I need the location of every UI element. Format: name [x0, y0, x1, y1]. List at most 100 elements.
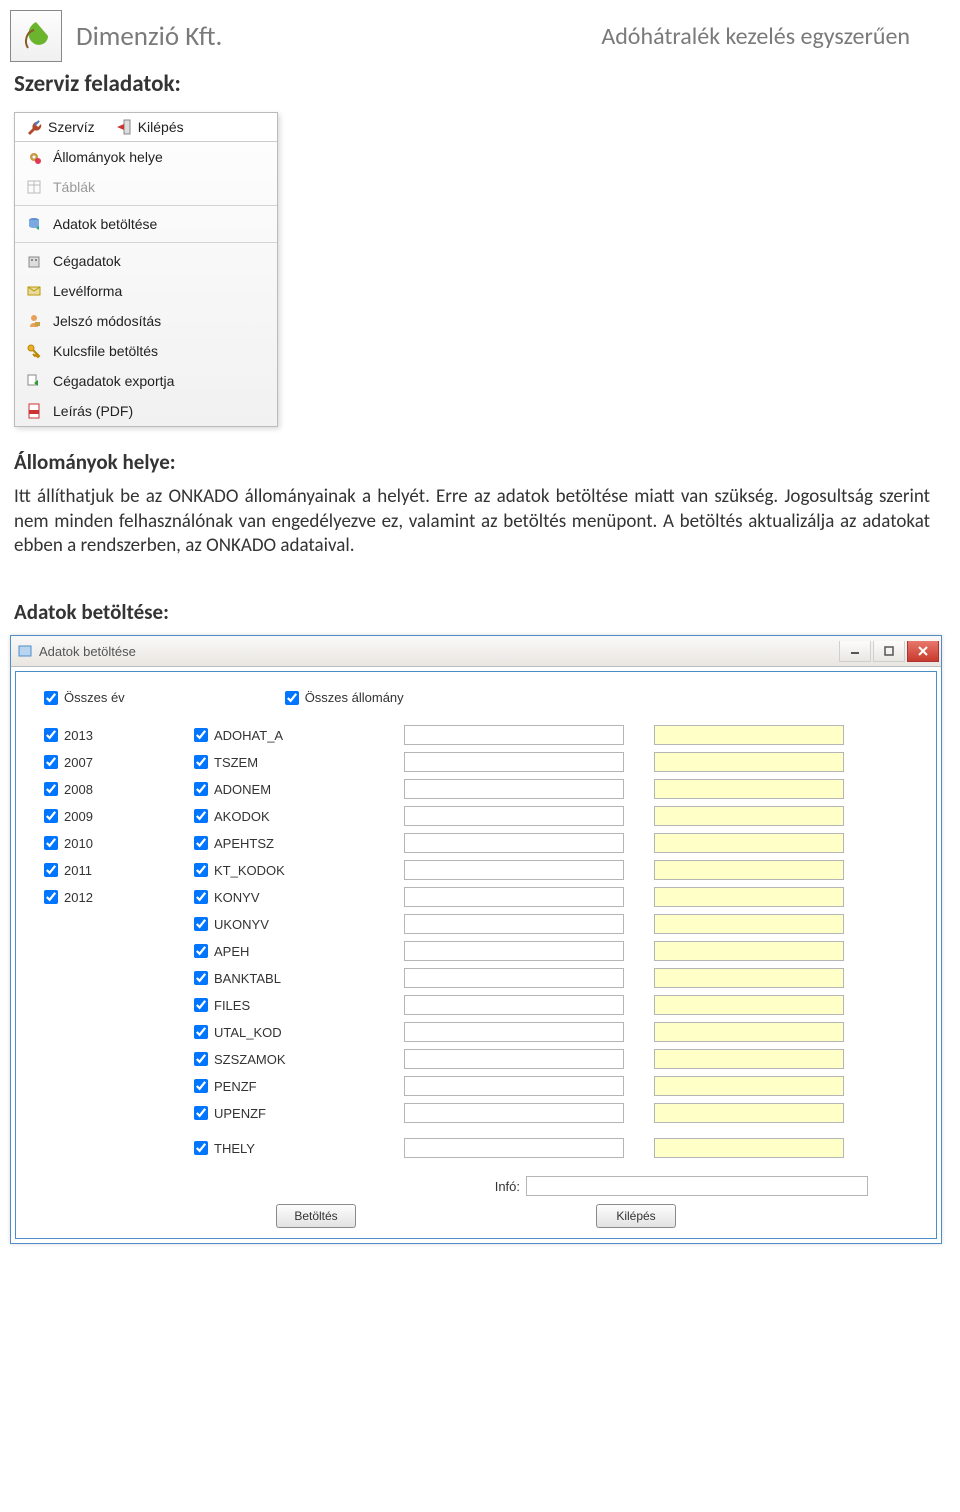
file-checkbox[interactable]: KT_KODOK	[194, 863, 374, 878]
file-checkbox[interactable]: THELY	[194, 1141, 374, 1156]
status-field[interactable]	[654, 887, 844, 907]
menu-item-leiras-pdf[interactable]: Leírás (PDF)	[15, 396, 277, 426]
info-field[interactable]	[526, 1176, 868, 1196]
year-checkbox[interactable]: 2007	[44, 755, 164, 770]
checkbox-input[interactable]	[44, 782, 58, 796]
status-field[interactable]	[654, 1076, 844, 1096]
file-checkbox[interactable]: UPENZF	[194, 1106, 374, 1121]
checkbox-input[interactable]	[44, 755, 58, 769]
path-field[interactable]	[404, 1049, 624, 1069]
checkbox-input[interactable]	[194, 863, 208, 877]
year-label: 2008	[64, 782, 93, 797]
path-field[interactable]	[404, 1103, 624, 1123]
year-checkbox[interactable]: 2008	[44, 782, 164, 797]
checkbox-input[interactable]	[194, 1025, 208, 1039]
path-field[interactable]	[404, 887, 624, 907]
path-field[interactable]	[404, 779, 624, 799]
mail-icon	[25, 282, 43, 300]
file-checkbox[interactable]: FILES	[194, 998, 374, 1013]
menu-bar-item-kilepes[interactable]: Kilépés	[105, 113, 194, 141]
status-field[interactable]	[654, 1103, 844, 1123]
menu-item-cegadatok[interactable]: Cégadatok	[15, 246, 277, 276]
file-checkbox[interactable]: APEH	[194, 944, 374, 959]
path-field[interactable]	[404, 1022, 624, 1042]
checkbox-input[interactable]	[44, 691, 58, 705]
path-field[interactable]	[404, 1076, 624, 1096]
path-field[interactable]	[404, 806, 624, 826]
close-button[interactable]	[907, 641, 939, 662]
status-field[interactable]	[654, 725, 844, 745]
menu-item-adatok-betoltese[interactable]: Adatok betöltése	[15, 209, 277, 239]
checkbox-input[interactable]	[44, 836, 58, 850]
checkbox-input[interactable]	[44, 863, 58, 877]
menu-item-allomanyok-helye[interactable]: Állományok helye	[15, 142, 277, 172]
checkbox-input[interactable]	[194, 1141, 208, 1155]
checkbox-input[interactable]	[194, 836, 208, 850]
path-field[interactable]	[404, 995, 624, 1015]
file-checkbox[interactable]: ADOHAT_A	[194, 728, 374, 743]
file-checkbox[interactable]: AKODOK	[194, 809, 374, 824]
checkbox-input[interactable]	[44, 728, 58, 742]
path-field[interactable]	[404, 752, 624, 772]
status-field[interactable]	[654, 968, 844, 988]
path-field[interactable]	[404, 860, 624, 880]
checkbox-input[interactable]	[194, 971, 208, 985]
status-field[interactable]	[654, 860, 844, 880]
checkbox-input[interactable]	[194, 1052, 208, 1066]
load-button[interactable]: Betöltés	[276, 1204, 356, 1228]
status-field[interactable]	[654, 833, 844, 853]
path-field[interactable]	[404, 1138, 624, 1158]
file-checkbox[interactable]: SZSZAMOK	[194, 1052, 374, 1067]
checkbox-all-years[interactable]: Összes év	[44, 690, 125, 705]
status-field[interactable]	[654, 779, 844, 799]
file-checkbox[interactable]: PENZF	[194, 1079, 374, 1094]
file-checkbox[interactable]: UKONYV	[194, 917, 374, 932]
status-field[interactable]	[654, 1022, 844, 1042]
checkbox-all-files[interactable]: Összes állomány	[285, 690, 404, 705]
year-checkbox[interactable]: 2011	[44, 863, 164, 878]
checkbox-input[interactable]	[194, 944, 208, 958]
checkbox-input[interactable]	[194, 809, 208, 823]
checkbox-input[interactable]	[44, 809, 58, 823]
status-field[interactable]	[654, 941, 844, 961]
menu-item-levelforma[interactable]: Levélforma	[15, 276, 277, 306]
file-checkbox[interactable]: KONYV	[194, 890, 374, 905]
path-field[interactable]	[404, 725, 624, 745]
status-field[interactable]	[654, 995, 844, 1015]
checkbox-input[interactable]	[194, 755, 208, 769]
checkbox-input[interactable]	[194, 782, 208, 796]
status-field[interactable]	[654, 806, 844, 826]
year-checkbox[interactable]: 2012	[44, 890, 164, 905]
path-field[interactable]	[404, 833, 624, 853]
year-checkbox[interactable]: 2010	[44, 836, 164, 851]
file-checkbox[interactable]: ADONEM	[194, 782, 374, 797]
maximize-button[interactable]	[873, 641, 905, 662]
path-field[interactable]	[404, 941, 624, 961]
checkbox-input[interactable]	[194, 890, 208, 904]
checkbox-input[interactable]	[194, 1079, 208, 1093]
status-field[interactable]	[654, 914, 844, 934]
minimize-button[interactable]	[839, 641, 871, 662]
exit-button[interactable]: Kilépés	[596, 1204, 676, 1228]
path-field[interactable]	[404, 968, 624, 988]
file-checkbox[interactable]: TSZEM	[194, 755, 374, 770]
menu-item-cegadatok-exportja[interactable]: Cégadatok exportja	[15, 366, 277, 396]
status-field[interactable]	[654, 1138, 844, 1158]
year-checkbox[interactable]: 2013	[44, 728, 164, 743]
year-checkbox[interactable]: 2009	[44, 809, 164, 824]
checkbox-input[interactable]	[285, 691, 299, 705]
file-checkbox[interactable]: APEHTSZ	[194, 836, 374, 851]
checkbox-input[interactable]	[194, 917, 208, 931]
checkbox-input[interactable]	[194, 1106, 208, 1120]
file-checkbox[interactable]: UTAL_KOD	[194, 1025, 374, 1040]
menu-item-kulcsfile-betoltes[interactable]: Kulcsfile betöltés	[15, 336, 277, 366]
status-field[interactable]	[654, 1049, 844, 1069]
menu-bar-item-szerviz[interactable]: Szervíz	[15, 113, 105, 141]
path-field[interactable]	[404, 914, 624, 934]
checkbox-input[interactable]	[194, 998, 208, 1012]
menu-item-jelszo-modositas[interactable]: Jelszó módosítás	[15, 306, 277, 336]
checkbox-input[interactable]	[194, 728, 208, 742]
checkbox-input[interactable]	[44, 890, 58, 904]
file-checkbox[interactable]: BANKTABL	[194, 971, 374, 986]
status-field[interactable]	[654, 752, 844, 772]
